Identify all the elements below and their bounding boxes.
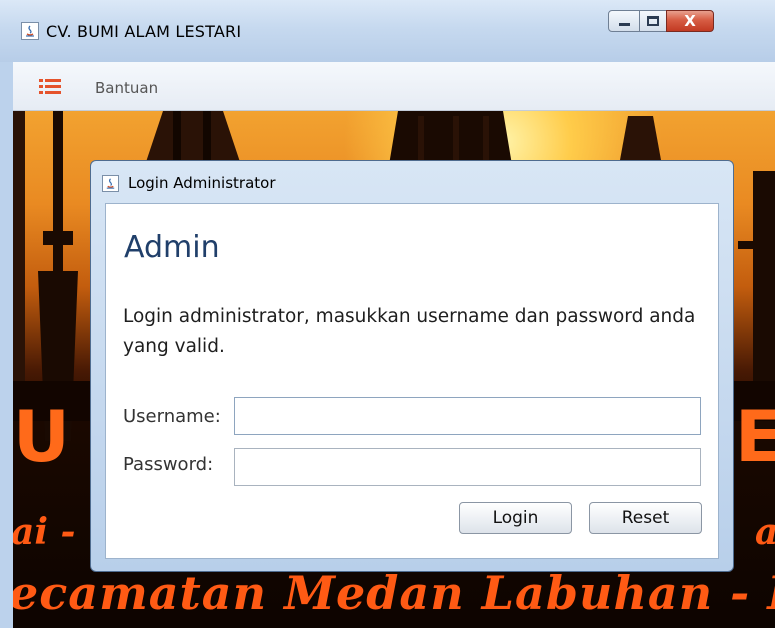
maximize-icon [647,16,659,26]
minimize-icon [619,23,630,26]
window-titlebar[interactable]: CV. BUMI ALAM LESTARI X [0,0,775,62]
login-dialog: Login Administrator Admin Login administ… [90,160,734,572]
username-label: Username: [123,406,221,427]
banner-letter-left: U [13,396,70,478]
login-button[interactable]: Login [459,502,572,534]
window-title: CV. BUMI ALAM LESTARI [46,22,242,41]
banner-slogan: ecamatan Medan Labuhan - Kota Med [13,566,775,620]
banner-partial-left: ai - [13,511,76,553]
dialog-description: Login administrator, masukkan username d… [123,306,696,357]
reset-button[interactable]: Reset [589,502,702,534]
password-input[interactable] [234,448,701,486]
banner-partial-right: a [755,511,775,553]
username-input[interactable] [234,397,701,435]
password-label: Password: [123,454,214,475]
close-button[interactable]: X [666,10,714,32]
java-app-icon[interactable] [21,22,39,40]
menubar: Bantuan [13,62,775,111]
close-icon: X [684,12,696,30]
dialog-title: Login Administrator [128,174,276,192]
hamburger-list-icon[interactable] [39,79,61,95]
maximize-button[interactable] [639,10,667,32]
dialog-heading: Admin [124,230,220,265]
dialog-content: Admin Login administrator, masukkan user… [105,203,719,559]
banner-letter-right: E [735,396,775,478]
java-dialog-icon [102,175,119,192]
menu-item-bantuan[interactable]: Bantuan [95,79,158,97]
minimize-button[interactable] [608,10,640,32]
